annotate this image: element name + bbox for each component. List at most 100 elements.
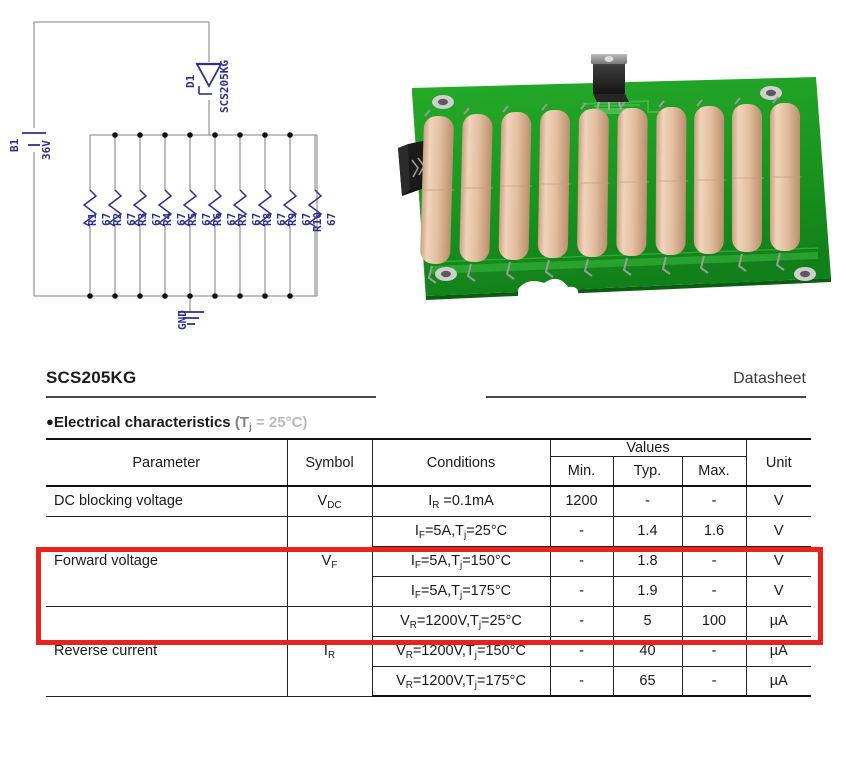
battery-ref: B1 bbox=[8, 138, 21, 152]
row-max: - bbox=[681, 545, 747, 577]
resistor-label-r10: R10 bbox=[311, 212, 324, 232]
cond-post: =5A,T bbox=[420, 583, 460, 599]
resistor-label-r3: R3 bbox=[136, 213, 149, 226]
row-unit: µA bbox=[745, 635, 811, 667]
resistor-label-r1: R1 bbox=[86, 212, 99, 226]
table-body: DC blocking voltage VDC IR =0.1mA 1200 -… bbox=[46, 485, 811, 697]
cond-post2: =150°C bbox=[462, 553, 512, 569]
row-typ: 1.9 bbox=[612, 575, 683, 607]
row-typ: - bbox=[612, 485, 683, 517]
row-parameter: Reverse current bbox=[46, 605, 288, 697]
pcb-3d-render bbox=[368, 44, 846, 344]
datasheet-excerpt: SCS205KG Datasheet ●Electrical character… bbox=[0, 352, 846, 778]
section-title: Electrical characteristics bbox=[53, 414, 231, 431]
th-parameter: Parameter bbox=[46, 438, 288, 487]
header-rule-right bbox=[486, 396, 806, 398]
row-min: - bbox=[549, 635, 614, 667]
symbol-main: V bbox=[317, 493, 328, 510]
resistor-label-r4: R4 bbox=[161, 212, 174, 226]
resistor-value-r10: 67 bbox=[325, 213, 338, 226]
symbol-sub: F bbox=[331, 559, 338, 571]
row-max: - bbox=[681, 635, 747, 667]
th-max: Max. bbox=[681, 456, 747, 487]
cond-post2: =25°C bbox=[481, 613, 522, 629]
row-unit: µA bbox=[745, 605, 811, 637]
resistor-label-r7: R7 bbox=[236, 213, 249, 226]
section-heading: ●Electrical characteristics (Tj = 25°C) bbox=[46, 414, 308, 432]
table-head: Parameter Symbol Conditions Values Unit … bbox=[46, 438, 811, 487]
row-min: - bbox=[549, 515, 614, 547]
cond-post: =0.1mA bbox=[439, 493, 494, 510]
row-typ: 40 bbox=[612, 635, 683, 667]
row-max: 1.6 bbox=[681, 515, 747, 547]
circuit-schematic: B1 36V D1 SCS205KG GND R1 67 R2 67 R3 67… bbox=[0, 0, 370, 352]
table-row: DC blocking voltage VDC IR =0.1mA 1200 -… bbox=[46, 485, 811, 517]
th-symbol: Symbol bbox=[286, 438, 373, 487]
row-conditions: VR=1200V,Tj=25°C bbox=[371, 605, 551, 637]
cond-sub: R bbox=[405, 649, 413, 661]
document-type-label: Datasheet bbox=[733, 370, 806, 387]
ground-label: GND bbox=[176, 310, 189, 330]
diode-part: SCS205KG bbox=[218, 60, 231, 113]
schematic-svg: B1 36V D1 SCS205KG GND R1 67 R2 67 R3 67… bbox=[8, 21, 338, 330]
section-bullet-icon: ● bbox=[46, 414, 54, 429]
row-min: - bbox=[549, 665, 614, 697]
table-row: Reverse current IR VR=1200V,Tj=25°C - 5 … bbox=[46, 605, 811, 697]
row-parameter: Forward voltage bbox=[46, 515, 288, 607]
row-symbol: VDC bbox=[286, 485, 373, 517]
row-typ: 5 bbox=[612, 605, 683, 637]
row-conditions: IF=5A,Tj=25°C bbox=[371, 515, 551, 547]
cond-post2: =25°C bbox=[466, 523, 508, 539]
row-unit: V bbox=[745, 545, 811, 577]
cond-post2: =150°C bbox=[476, 643, 526, 659]
cond-post: =1200V,T bbox=[412, 643, 475, 659]
erase-smudge-1 bbox=[326, 414, 416, 434]
symbol-sub: R bbox=[327, 649, 336, 661]
cond-sub: R bbox=[409, 619, 417, 631]
resistor-label-r9: R9 bbox=[286, 213, 299, 226]
cond-post: =1200V,T bbox=[416, 613, 479, 629]
cond-pre: V bbox=[400, 613, 410, 629]
symbol-sub: DC bbox=[327, 500, 342, 511]
resistor-label-r2: R2 bbox=[111, 213, 124, 226]
cond-post: =5A,T bbox=[424, 523, 465, 539]
cond-pre: V bbox=[396, 672, 406, 689]
row-min: 1200 bbox=[549, 485, 614, 517]
part-number-title: SCS205KG bbox=[46, 368, 137, 387]
row-symbol: IR bbox=[286, 605, 373, 697]
row-conditions: IR =0.1mA bbox=[371, 485, 551, 517]
cond-post: =5A,T bbox=[420, 553, 460, 569]
row-max: - bbox=[681, 485, 747, 517]
cond-post2: =175°C bbox=[462, 583, 512, 599]
cond-post2: =175°C bbox=[476, 672, 526, 689]
header-rule-left bbox=[46, 396, 376, 398]
electrical-characteristics-table: Parameter Symbol Conditions Values Unit … bbox=[46, 438, 811, 697]
row-typ: 65 bbox=[612, 665, 683, 697]
row-max: - bbox=[681, 665, 747, 697]
row-conditions: IF=5A,Tj=175°C bbox=[371, 575, 551, 607]
top-illustrations: B1 36V D1 SCS205KG GND R1 67 R2 67 R3 67… bbox=[0, 0, 846, 352]
th-values: Values bbox=[549, 438, 747, 457]
row-conditions: VR=1200V,Tj=150°C bbox=[371, 635, 551, 667]
cond-post: =1200V,T bbox=[412, 672, 475, 689]
row-symbol: VF bbox=[286, 515, 373, 607]
pcb-svg bbox=[398, 54, 831, 302]
cond-sub: R bbox=[405, 679, 413, 691]
row-conditions: VR=1200V,Tj=175°C bbox=[371, 665, 551, 697]
row-max: 100 bbox=[681, 605, 747, 637]
section-condition-rest: = 25°C) bbox=[251, 414, 308, 431]
row-max: - bbox=[681, 575, 747, 607]
th-min: Min. bbox=[549, 456, 614, 487]
row-unit: V bbox=[745, 575, 811, 607]
electrical-characteristics-table-wrapper: Parameter Symbol Conditions Values Unit … bbox=[46, 438, 811, 697]
row-min: - bbox=[549, 575, 614, 607]
th-unit: Unit bbox=[745, 438, 811, 487]
section-condition-open: (T bbox=[234, 414, 249, 431]
table-row: Forward voltage VF IF=5A,Tj=25°C - 1.4 1… bbox=[46, 515, 811, 607]
th-typ: Typ. bbox=[612, 456, 683, 487]
row-parameter: DC blocking voltage bbox=[46, 485, 288, 517]
cond-pre: V bbox=[396, 643, 406, 659]
battery-value: 36V bbox=[40, 140, 53, 160]
resistor-label-r5: R5 bbox=[186, 213, 199, 226]
diode-ref: D1 bbox=[184, 74, 197, 88]
